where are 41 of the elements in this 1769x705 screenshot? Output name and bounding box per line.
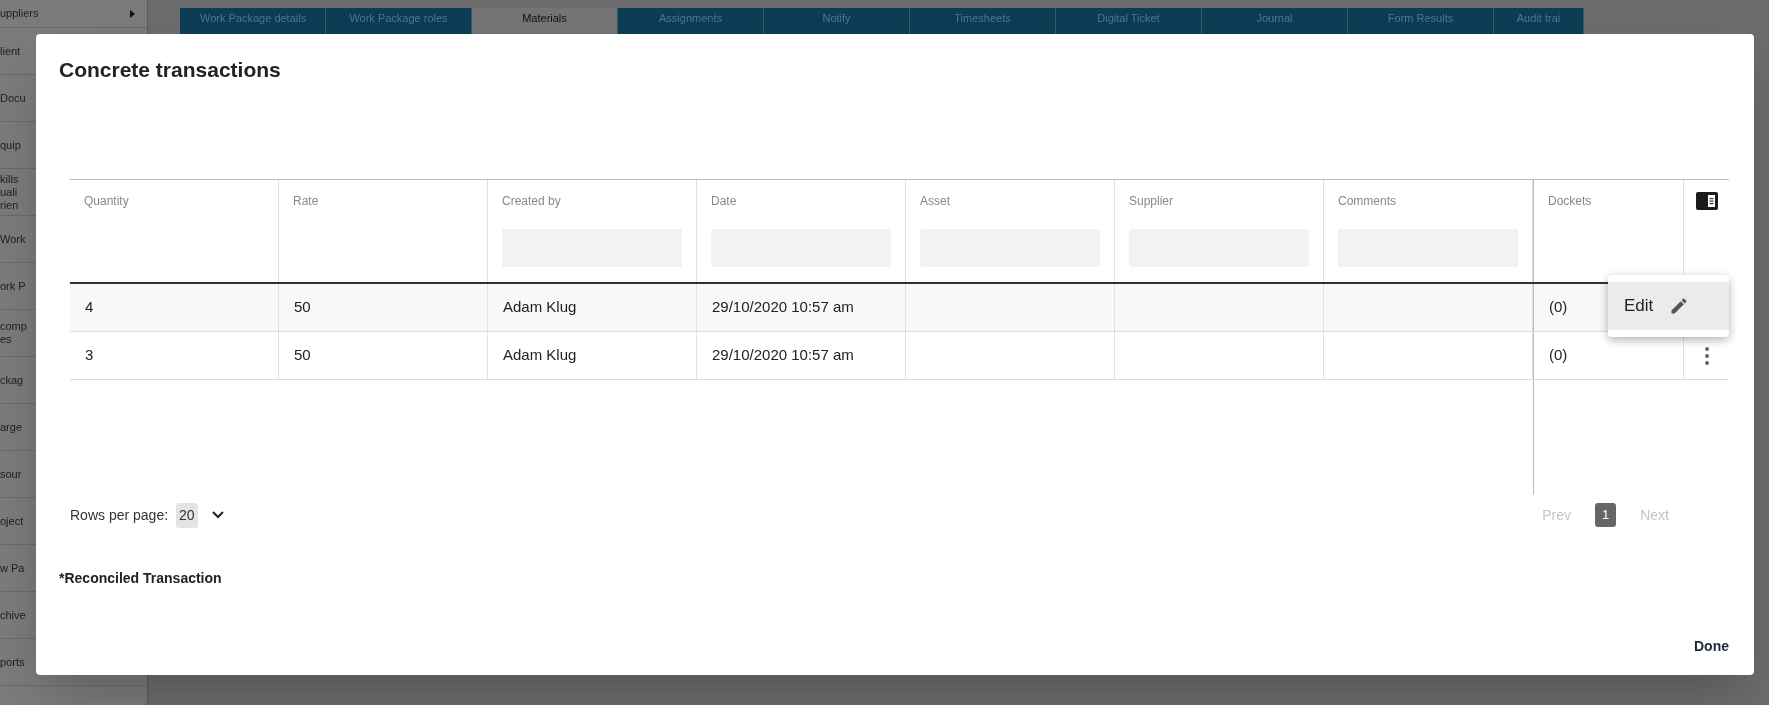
column-header[interactable]: Date (711, 192, 891, 210)
tab[interactable]: Form Results (1348, 8, 1494, 34)
table-cell-text: 3 (85, 345, 94, 366)
column-header[interactable]: Rate (293, 192, 473, 210)
table-cell-text: 4 (85, 297, 94, 318)
more-icon[interactable] (1704, 346, 1709, 365)
column-header[interactable]: Asset (920, 192, 1100, 210)
column-header[interactable]: Supplier (1129, 192, 1309, 210)
column-header[interactable]: Comments (1338, 192, 1518, 210)
rows-per-page-label: Rows per page: (70, 505, 169, 525)
done-button[interactable]: Done (1692, 636, 1731, 657)
tab[interactable]: Notify (764, 8, 910, 34)
tab[interactable]: Materials (472, 8, 618, 34)
table-cell-text: 29/10/2020 10:57 am (712, 297, 854, 318)
columns-icon[interactable] (1695, 192, 1718, 210)
tab[interactable]: Assignments (618, 8, 764, 34)
tab[interactable]: Audit trai (1494, 8, 1584, 34)
menu-item[interactable]: Edit (1608, 282, 1729, 330)
dialog-title: Concrete transactions (59, 57, 282, 82)
tab[interactable]: Work Package details (180, 8, 326, 34)
tab[interactable]: Timesheets (910, 8, 1056, 34)
sidebar-item[interactable]: uppliers (0, 0, 147, 28)
table-cell-text: 50 (294, 297, 311, 318)
column-header[interactable]: Created by (502, 192, 682, 210)
footnote: *Reconciled Transaction (59, 569, 223, 588)
table-cell-text: Adam Klug (503, 345, 577, 366)
table-cell-text: 50 (294, 345, 311, 366)
tab[interactable]: Work Package roles (326, 8, 472, 34)
column-header[interactable]: Dockets (1548, 192, 1669, 210)
tab[interactable]: Digital Ticket (1056, 8, 1202, 34)
table-cell-text: (0) (1549, 345, 1568, 366)
table-cell-text: 29/10/2020 10:57 am (712, 345, 854, 366)
chevron-down-icon[interactable] (211, 511, 224, 519)
tab[interactable]: Journal (1202, 8, 1348, 34)
rows-per-page-select[interactable]: 20 (176, 502, 198, 528)
table-row[interactable]: 3 50 Adam Klug 29/10/2020 10:57 am (0) (70, 332, 1729, 380)
table-cell-text: (0) (1549, 297, 1568, 318)
table-cell-text: Adam Klug (503, 297, 577, 318)
caret-icon (130, 9, 135, 18)
page-button[interactable]: 1 (1594, 503, 1617, 527)
column-header[interactable]: Quantity (84, 192, 264, 210)
